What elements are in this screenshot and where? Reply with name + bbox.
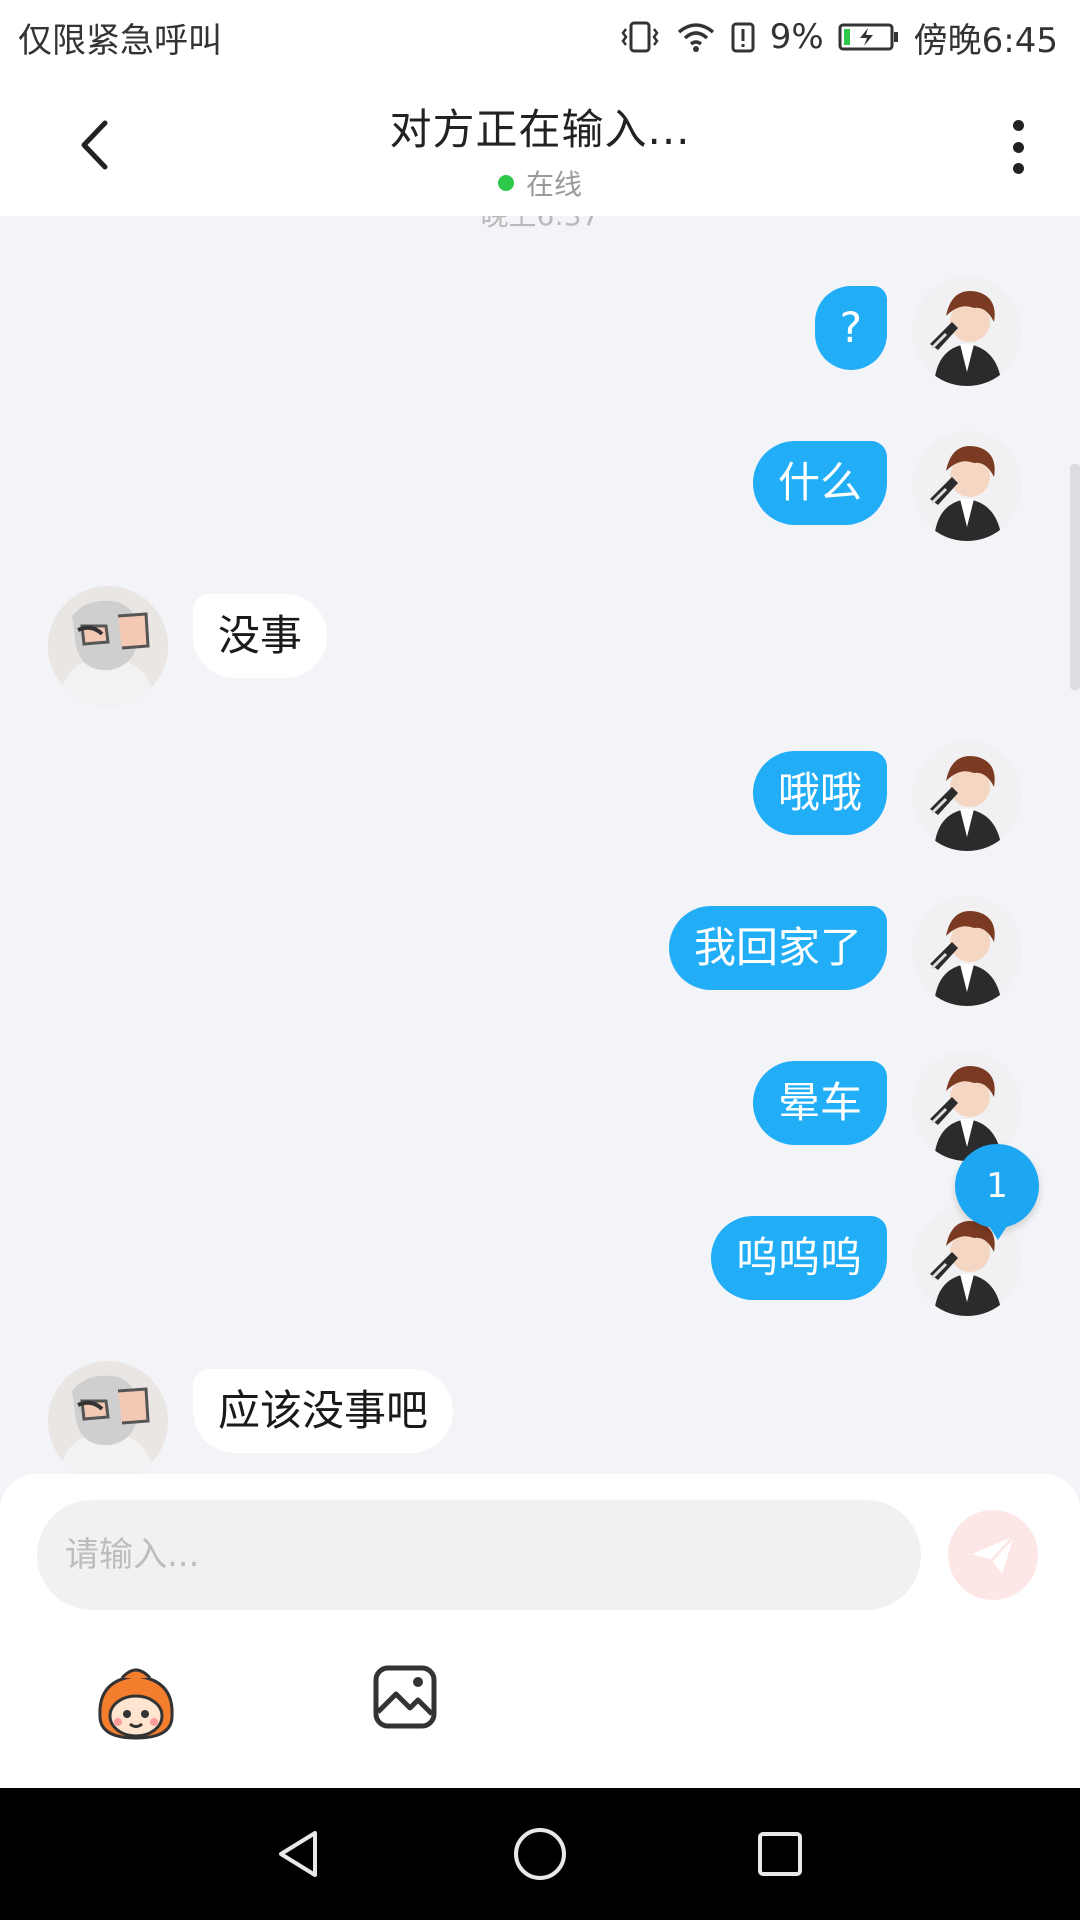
more-dot-icon [1012, 163, 1024, 174]
circle-home-icon [514, 1828, 566, 1880]
avatar[interactable] [912, 741, 1022, 851]
more-dot-icon [1012, 141, 1024, 153]
message-row-outgoing: 什么 [0, 431, 1080, 551]
avatar[interactable] [912, 431, 1022, 541]
nav-home-button[interactable] [510, 1824, 570, 1884]
system-navigation-bar [0, 1788, 1080, 1920]
message-row-incoming: 应该没事吧 [0, 1361, 1080, 1474]
chat-timestamp: 晚上6:37 [0, 216, 1080, 234]
page-title: 对方正在输入... [389, 105, 691, 154]
message-row-outgoing: 晕车 [0, 1051, 1080, 1171]
online-status-label: 在线 [525, 168, 582, 201]
message-bubble[interactable]: 我回家了 [668, 906, 887, 990]
message-bubble[interactable]: 哦哦 [752, 751, 887, 835]
battery-charging-icon [838, 21, 900, 53]
message-row-outgoing: 我回家了 [0, 896, 1080, 1016]
message-bubble[interactable]: ? [814, 286, 887, 370]
message-bubble[interactable]: 应该没事吧 [193, 1369, 454, 1453]
status-bar: 仅限紧急呼叫 9% 傍晚6:45 [0, 0, 1080, 74]
message-row-outgoing: 哦哦 [0, 741, 1080, 861]
message-row-outgoing: ? [0, 276, 1080, 396]
emoji-icon [98, 1668, 174, 1740]
square-recents-icon [758, 1832, 802, 1876]
avatar[interactable] [912, 276, 1022, 386]
status-indicators: 9% 傍晚6:45 [618, 13, 1058, 62]
avatar[interactable] [48, 586, 168, 706]
contact-avatar-icon [48, 1361, 168, 1474]
avatar[interactable] [912, 896, 1022, 1006]
message-bubble[interactable]: 呜呜呜 [710, 1216, 887, 1300]
message-row-incoming: 没事 [0, 586, 1080, 706]
nav-recents-button[interactable] [750, 1824, 810, 1884]
avatar[interactable] [48, 1361, 168, 1474]
message-bubble[interactable]: 没事 [193, 594, 328, 678]
input-panel [0, 1474, 1080, 1788]
vibrate-icon [618, 20, 662, 54]
message-bubble[interactable]: 什么 [752, 441, 887, 525]
unread-count-badge[interactable]: 1 [955, 1144, 1039, 1240]
send-button[interactable] [948, 1510, 1038, 1600]
carrier-text: 仅限紧急呼叫 [18, 20, 222, 61]
user-avatar-icon [912, 741, 1022, 851]
triangle-back-icon [279, 1831, 317, 1877]
more-dot-icon [1012, 120, 1024, 131]
header-center: 对方正在输入... 在线 [0, 96, 1080, 203]
wifi-icon [676, 20, 716, 54]
user-avatar-icon [912, 896, 1022, 1006]
clock: 傍晚6:45 [913, 20, 1058, 61]
message-input[interactable] [37, 1500, 921, 1610]
emoji-button[interactable] [92, 1658, 180, 1746]
image-icon [373, 1665, 437, 1729]
send-icon [972, 1534, 1016, 1574]
message-row-outgoing: 呜呜呜 [0, 1206, 1080, 1326]
nav-back-button[interactable] [268, 1824, 328, 1884]
battery-percent: 9% [769, 17, 824, 57]
user-avatar-icon [912, 276, 1022, 386]
message-list[interactable]: 晚上6:37 ? 什么 [0, 216, 1080, 1474]
online-dot-icon [497, 175, 514, 191]
contact-avatar-icon [48, 586, 168, 706]
user-avatar-icon [912, 431, 1022, 541]
battery-alert-icon [730, 20, 756, 54]
more-options-button[interactable] [998, 114, 1038, 180]
image-button[interactable] [372, 1664, 438, 1730]
online-status: 在线 [0, 163, 1080, 203]
chat-header: 对方正在输入... 在线 [0, 74, 1080, 216]
message-bubble[interactable]: 晕车 [752, 1061, 887, 1145]
